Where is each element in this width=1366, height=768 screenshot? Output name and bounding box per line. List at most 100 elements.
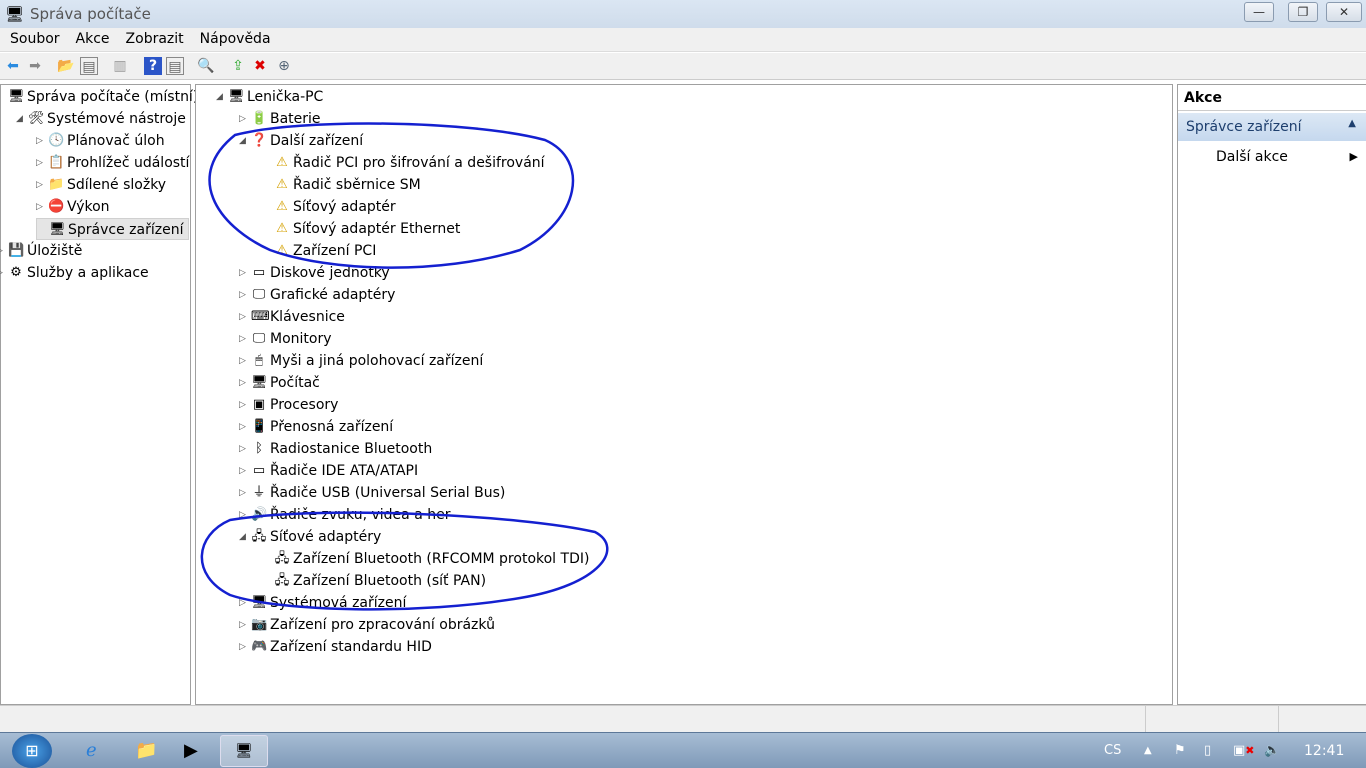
expand-arrow-icon[interactable]: ▷ [239, 306, 249, 328]
tree-item[interactable]: ▷ 📷 Zařízení pro zpracování obrázků [239, 614, 500, 636]
menu-zobrazit[interactable]: Zobrazit [117, 28, 191, 47]
internet-explorer-icon[interactable]: ℯ [86, 740, 97, 761]
menu-napoveda[interactable]: Nápověda [191, 28, 278, 47]
clock[interactable]: 12:41 [1304, 743, 1344, 759]
tree-item[interactable]: ▷ 📱 Přenosná zařízení [239, 416, 398, 438]
collapse-icon[interactable]: ▲ [1348, 118, 1356, 129]
tree-item[interactable]: ▷ 📋 Prohlížeč událostí [36, 152, 194, 174]
tree-item[interactable]: ▷ 🎮 Zařízení standardu HID [239, 636, 437, 658]
tree-item[interactable]: ▷ 🖱 Myši a jiná polohovací zařízení [239, 350, 488, 372]
tree-item-label: Radiostanice Bluetooth [270, 441, 433, 457]
close-button[interactable]: ✕ [1326, 2, 1362, 22]
tree-item-label: Výkon [67, 199, 110, 215]
uninstall-icon[interactable]: ✖ [251, 57, 269, 75]
minimize-button[interactable]: — [1244, 2, 1274, 22]
tree-item[interactable]: ▷ 🖥 Systémová zařízení [239, 592, 411, 614]
expand-arrow-icon[interactable]: ▷ [36, 152, 46, 174]
explorer-icon[interactable]: 📁 [135, 740, 157, 761]
show-hidden-icons[interactable]: ▲ [1144, 745, 1152, 756]
expand-arrow-icon[interactable]: ▷ [239, 416, 249, 438]
expand-arrow-icon[interactable]: ▷ [36, 174, 46, 196]
expand-arrow-icon[interactable]: ▷ [0, 240, 6, 262]
menu-akce[interactable]: Akce [67, 28, 117, 47]
disable-device-icon[interactable]: ⊕ [275, 57, 293, 75]
tree-item[interactable]: ▷ ▭ Diskové jednotky [239, 262, 395, 284]
tree-item[interactable]: ◢ 🛠 Systémové nástroje [16, 108, 191, 130]
expand-arrow-icon[interactable]: ▷ [239, 284, 249, 306]
scan-hardware-icon[interactable]: 🔍 [197, 57, 215, 75]
show-hide-action-pane-icon[interactable]: ▤ [166, 57, 184, 75]
network-disconnected-icon[interactable]: ▣✖ [1233, 743, 1255, 758]
tree-item[interactable]: ▷ 🔊 Řadiče zvuku, videa a her [239, 504, 455, 526]
tree-item[interactable]: ⚠ Řadič sběrnice SM [262, 174, 426, 196]
tree-item[interactable]: ⚠ Zařízení PCI [262, 240, 381, 262]
battery-icon[interactable]: ▯ [1204, 743, 1211, 758]
help-icon[interactable]: ? [144, 57, 162, 75]
expand-arrow-icon[interactable]: ▷ [239, 592, 249, 614]
actions-section-device-manager[interactable]: Správce zařízení ▲ [1178, 113, 1366, 141]
tree-item[interactable]: ▷ ▭ Řadiče IDE ATA/ATAPI [239, 460, 423, 482]
expand-arrow-icon[interactable]: ▷ [239, 438, 249, 460]
back-icon[interactable]: ⬅ [4, 57, 22, 75]
collapse-arrow-icon[interactable]: ◢ [16, 108, 26, 130]
tree-item[interactable]: 🖥 Správa počítače (místní) [0, 86, 203, 108]
expand-arrow-icon[interactable]: ▷ [239, 262, 249, 284]
tree-item-label: Řadič PCI pro šifrování a dešifrování [293, 155, 545, 171]
tree-item[interactable]: ▷💾Úložiště [0, 240, 87, 262]
expand-arrow-icon[interactable]: ▷ [239, 350, 249, 372]
tree-item[interactable]: 🖧 Zařízení Bluetooth (síť PAN) [262, 570, 491, 592]
collapse-arrow-icon[interactable]: ◢ [239, 526, 249, 548]
maximize-button[interactable]: ❐ [1288, 2, 1318, 22]
collapse-arrow-icon[interactable]: ◢ [216, 86, 226, 108]
tree-item[interactable]: ▷ ⌨ Klávesnice [239, 306, 350, 328]
expand-arrow-icon[interactable]: ▷ [36, 196, 46, 218]
tree-item-label: Řadiče USB (Universal Serial Bus) [270, 485, 506, 501]
tree-item[interactable]: ◢ ❓ Další zařízení [239, 130, 368, 152]
expand-arrow-icon[interactable]: ▷ [239, 108, 249, 130]
expand-arrow-icon[interactable]: ▷ [239, 460, 249, 482]
action-center-flag-icon[interactable]: ⚑ [1174, 743, 1186, 758]
tree-item[interactable]: ◢ 🖥 Lenička-PC [216, 86, 328, 108]
tree-item[interactable]: ◢ 🖧 Síťové adaptéry [239, 526, 386, 548]
expand-arrow-icon[interactable]: ▷ [239, 394, 249, 416]
tree-item[interactable]: ▷ 🔋 Baterie [239, 108, 326, 130]
language-indicator[interactable]: CS [1104, 743, 1121, 758]
tree-item[interactable]: ▷ ⚙ Služby a aplikace [0, 262, 154, 284]
expand-arrow-icon[interactable]: ▷ [239, 482, 249, 504]
tree-item[interactable]: ⚠ Síťový adaptér [262, 196, 401, 218]
expand-arrow-icon[interactable]: ▷ [239, 614, 249, 636]
menu-soubor[interactable]: Soubor [0, 28, 67, 47]
taskbar-computer-management[interactable]: 🖥 [220, 735, 268, 767]
tree-item[interactable]: ▷ 🕓 Plánovač úloh [36, 130, 170, 152]
collapse-arrow-icon[interactable]: ◢ [239, 130, 249, 152]
up-folder-icon[interactable]: 📂 [57, 57, 75, 75]
more-actions-item[interactable]: Další akce ▶ [1216, 149, 1366, 165]
tree-item[interactable]: 🖧 Zařízení Bluetooth (RFCOMM protokol TDI… [262, 548, 594, 570]
tree-item[interactable]: ▷ 🖵 Grafické adaptéry [239, 284, 400, 306]
expand-arrow-icon[interactable]: ▷ [0, 262, 6, 284]
expand-arrow-icon[interactable]: ▷ [36, 130, 46, 152]
expand-arrow-icon[interactable]: ▷ [239, 328, 249, 350]
start-button[interactable]: ⊞ [12, 734, 52, 768]
tree-item[interactable]: ⚠ Řadič PCI pro šifrování a dešifrování [262, 152, 550, 174]
tree-item[interactable]: ▷ 📁 Sdílené složky [36, 174, 171, 196]
volume-icon[interactable]: 🔈 [1264, 743, 1280, 758]
expand-arrow-icon[interactable]: ▷ [239, 372, 249, 394]
tree-item[interactable]: ▷ ᛒ Radiostanice Bluetooth [239, 438, 437, 460]
tree-item[interactable]: ▷ ⏚ Řadiče USB (Universal Serial Bus) [239, 482, 510, 504]
tree-item[interactable]: ▷ ⛔ Výkon [36, 196, 115, 218]
tree-item[interactable]: ⚠ Síťový adaptér Ethernet [262, 218, 465, 240]
tree-item[interactable]: ▷ ▣ Procesory [239, 394, 343, 416]
properties-icon[interactable]: ▥ [111, 57, 129, 75]
tree-item[interactable]: ▷ 🖥 Počítač [239, 372, 325, 394]
tree-item[interactable]: ▷ 🖵 Monitory [239, 328, 337, 350]
storage-icon: 💾 [8, 243, 25, 258]
update-driver-icon[interactable]: ⇪ [229, 57, 247, 75]
expand-arrow-icon[interactable]: ▷ [239, 636, 249, 658]
show-hide-tree-icon[interactable]: ▤ [80, 57, 98, 75]
app-icon: 🖥 [5, 5, 25, 23]
tree-item[interactable]: 🖥 Správce zařízení [36, 218, 190, 240]
forward-icon[interactable]: ➡ [26, 57, 44, 75]
expand-arrow-icon[interactable]: ▷ [239, 504, 249, 526]
media-player-icon[interactable]: ▶ [184, 740, 198, 761]
